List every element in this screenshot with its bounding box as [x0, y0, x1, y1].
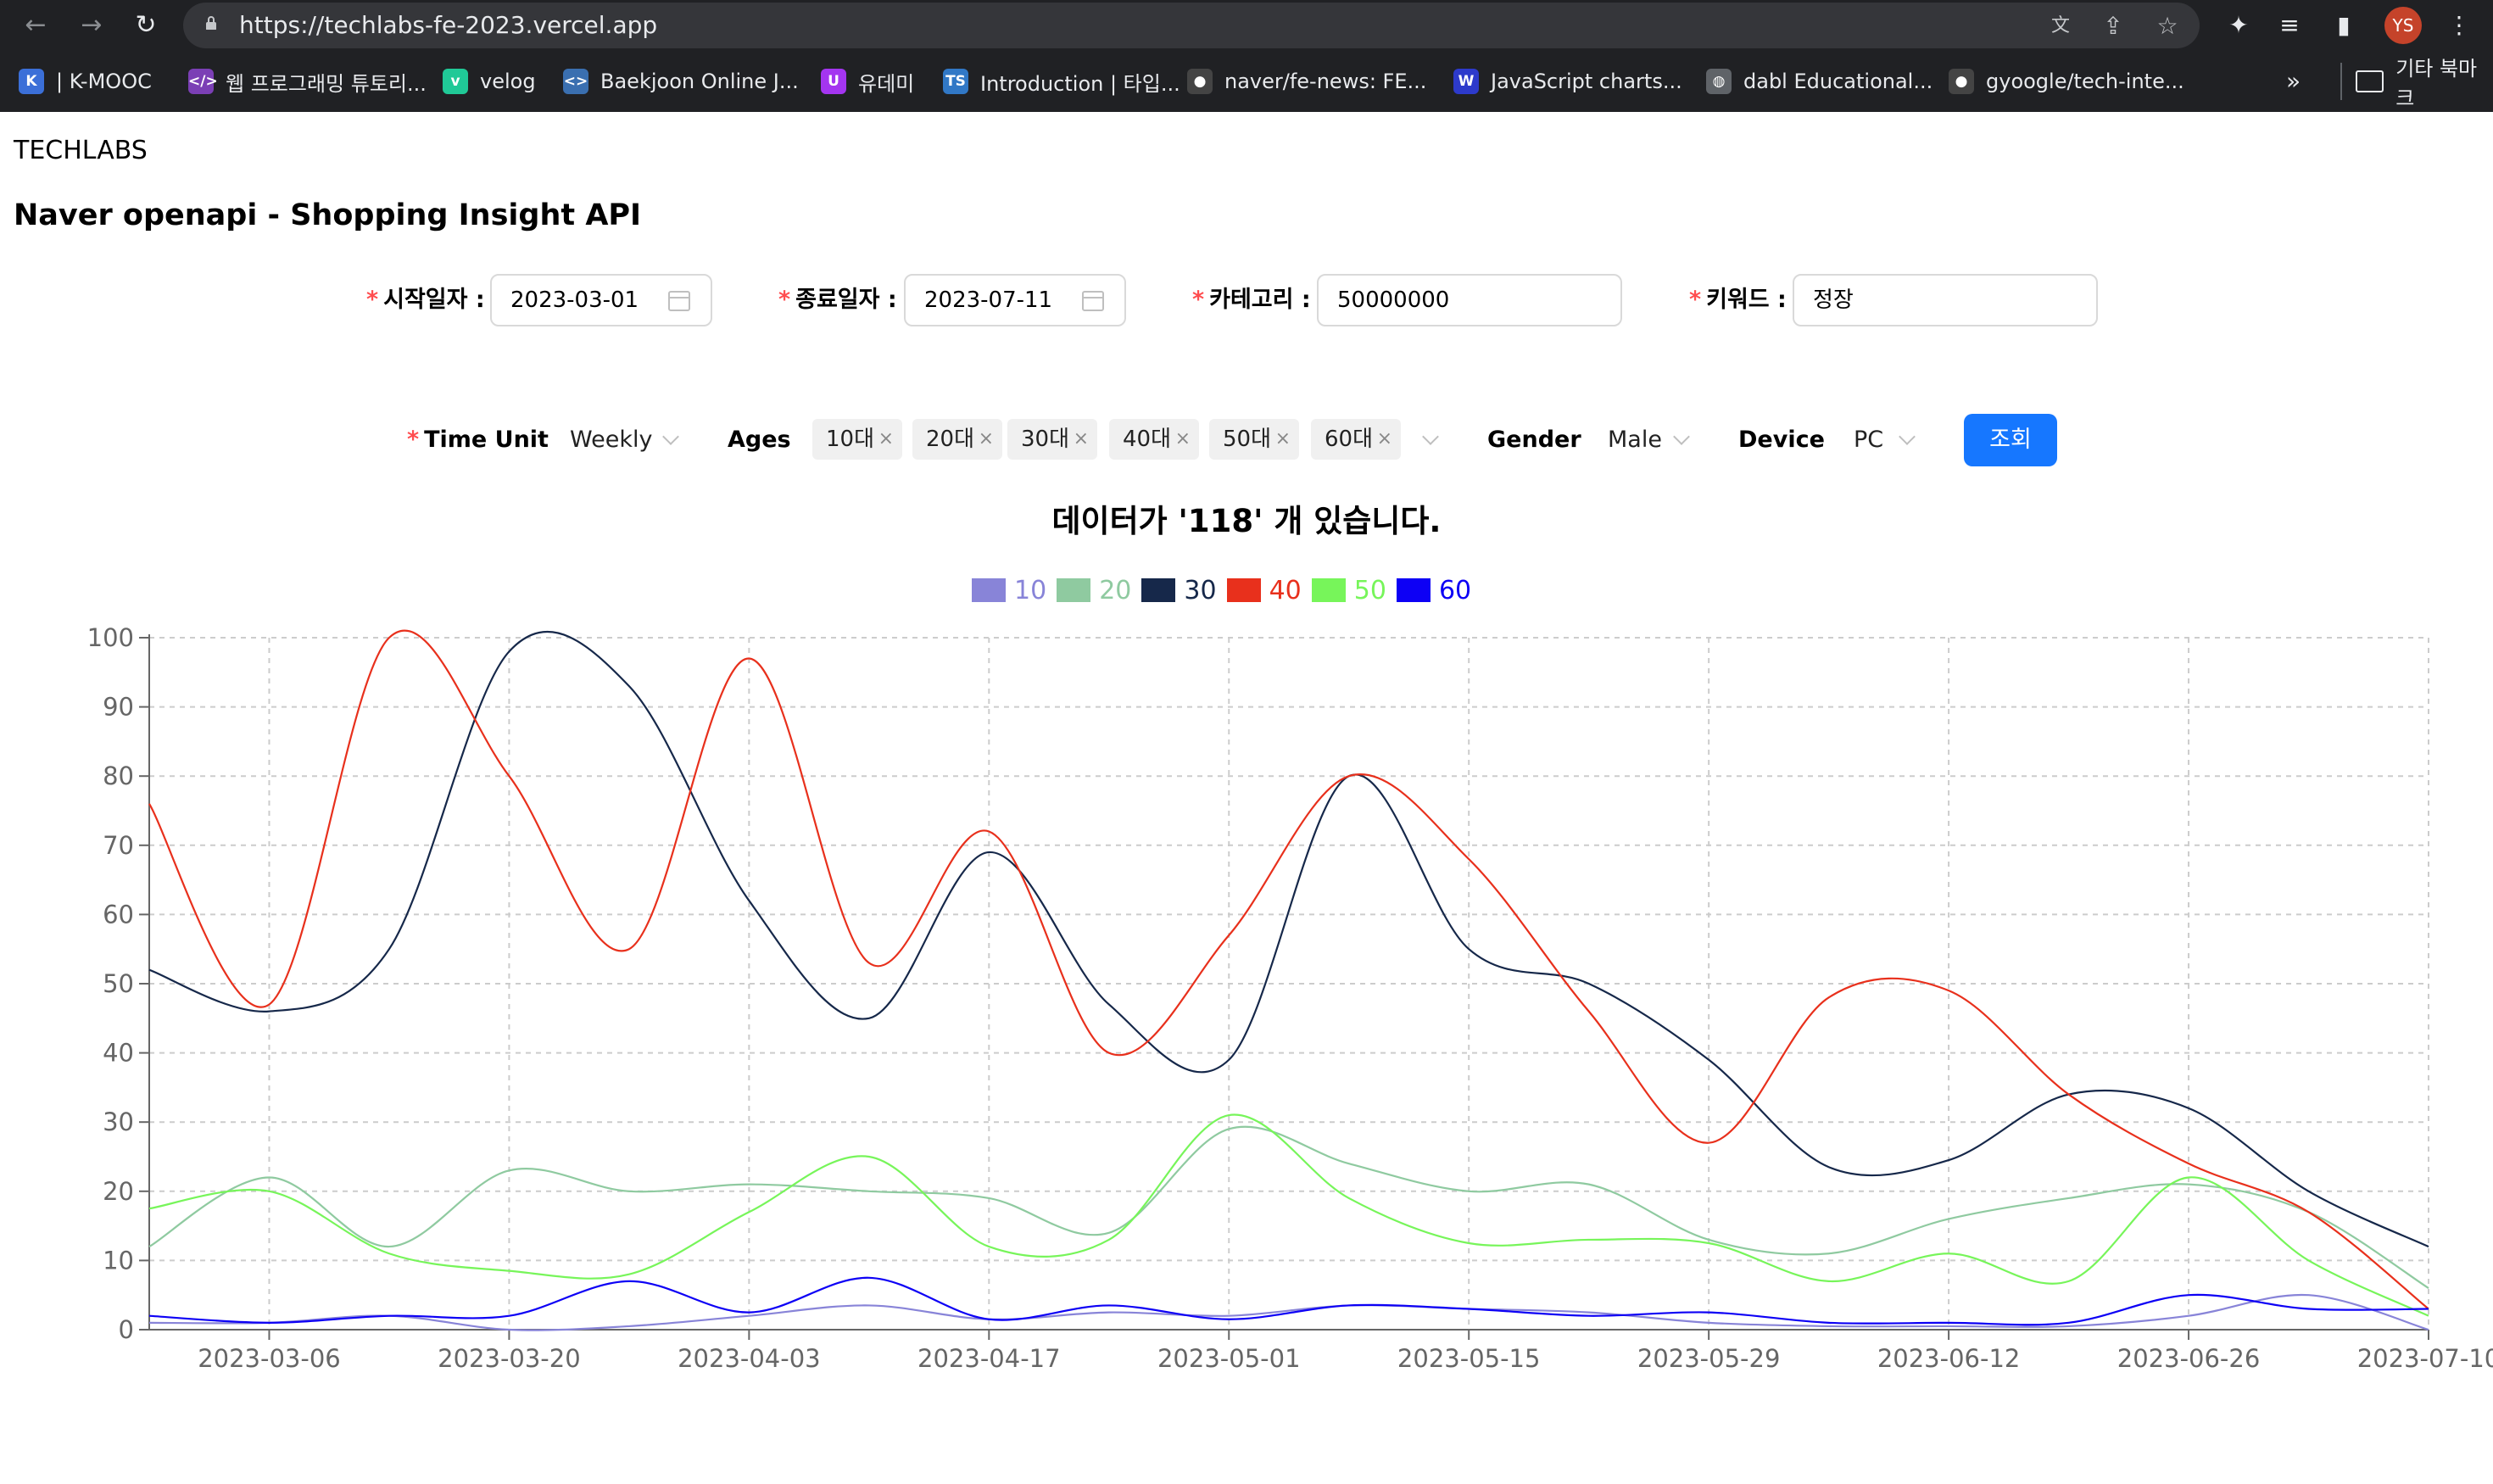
y-tick-label: 70: [103, 831, 134, 860]
y-tick-label: 100: [87, 623, 134, 652]
series-line-20: [148, 1125, 2429, 1289]
x-tick-label: 2023-03-06: [198, 1344, 341, 1373]
line-chart: 0 10 20 30 40 50 60 70 80 90 100 2023-03-06 2023-03-…: [87, 623, 2493, 1373]
x-tick-label: 2023-04-17: [917, 1344, 1061, 1373]
x-tick-label: 2023-06-26: [2117, 1344, 2261, 1373]
y-tick-label: 50: [103, 969, 134, 998]
series-line-40: [148, 629, 2429, 1310]
series-line-60: [148, 1276, 2429, 1326]
series-line-30: [148, 630, 2429, 1248]
y-tick-label: 10: [103, 1246, 134, 1275]
y-tick-label: 80: [103, 762, 134, 790]
y-tick-label: 0: [119, 1315, 134, 1344]
x-tick-label: 2023-03-20: [438, 1344, 581, 1373]
y-tick-label: 40: [103, 1039, 134, 1068]
y-tick-label: 20: [103, 1177, 134, 1206]
x-tick-label: 2023-04-03: [678, 1344, 821, 1373]
y-tick-label: 60: [103, 900, 134, 929]
y-tick-label: 30: [103, 1107, 134, 1136]
x-tick-label: 2023-05-01: [1157, 1344, 1301, 1373]
x-tick-label: 2023-05-29: [1637, 1344, 1781, 1373]
x-tick-label: 2023-05-15: [1397, 1344, 1541, 1373]
y-tick-label: 90: [103, 693, 134, 722]
series-line-50: [148, 1113, 2429, 1317]
x-tick-label: 2023-06-12: [1877, 1344, 2021, 1373]
x-tick-label: 2023-07-10: [2357, 1344, 2493, 1373]
